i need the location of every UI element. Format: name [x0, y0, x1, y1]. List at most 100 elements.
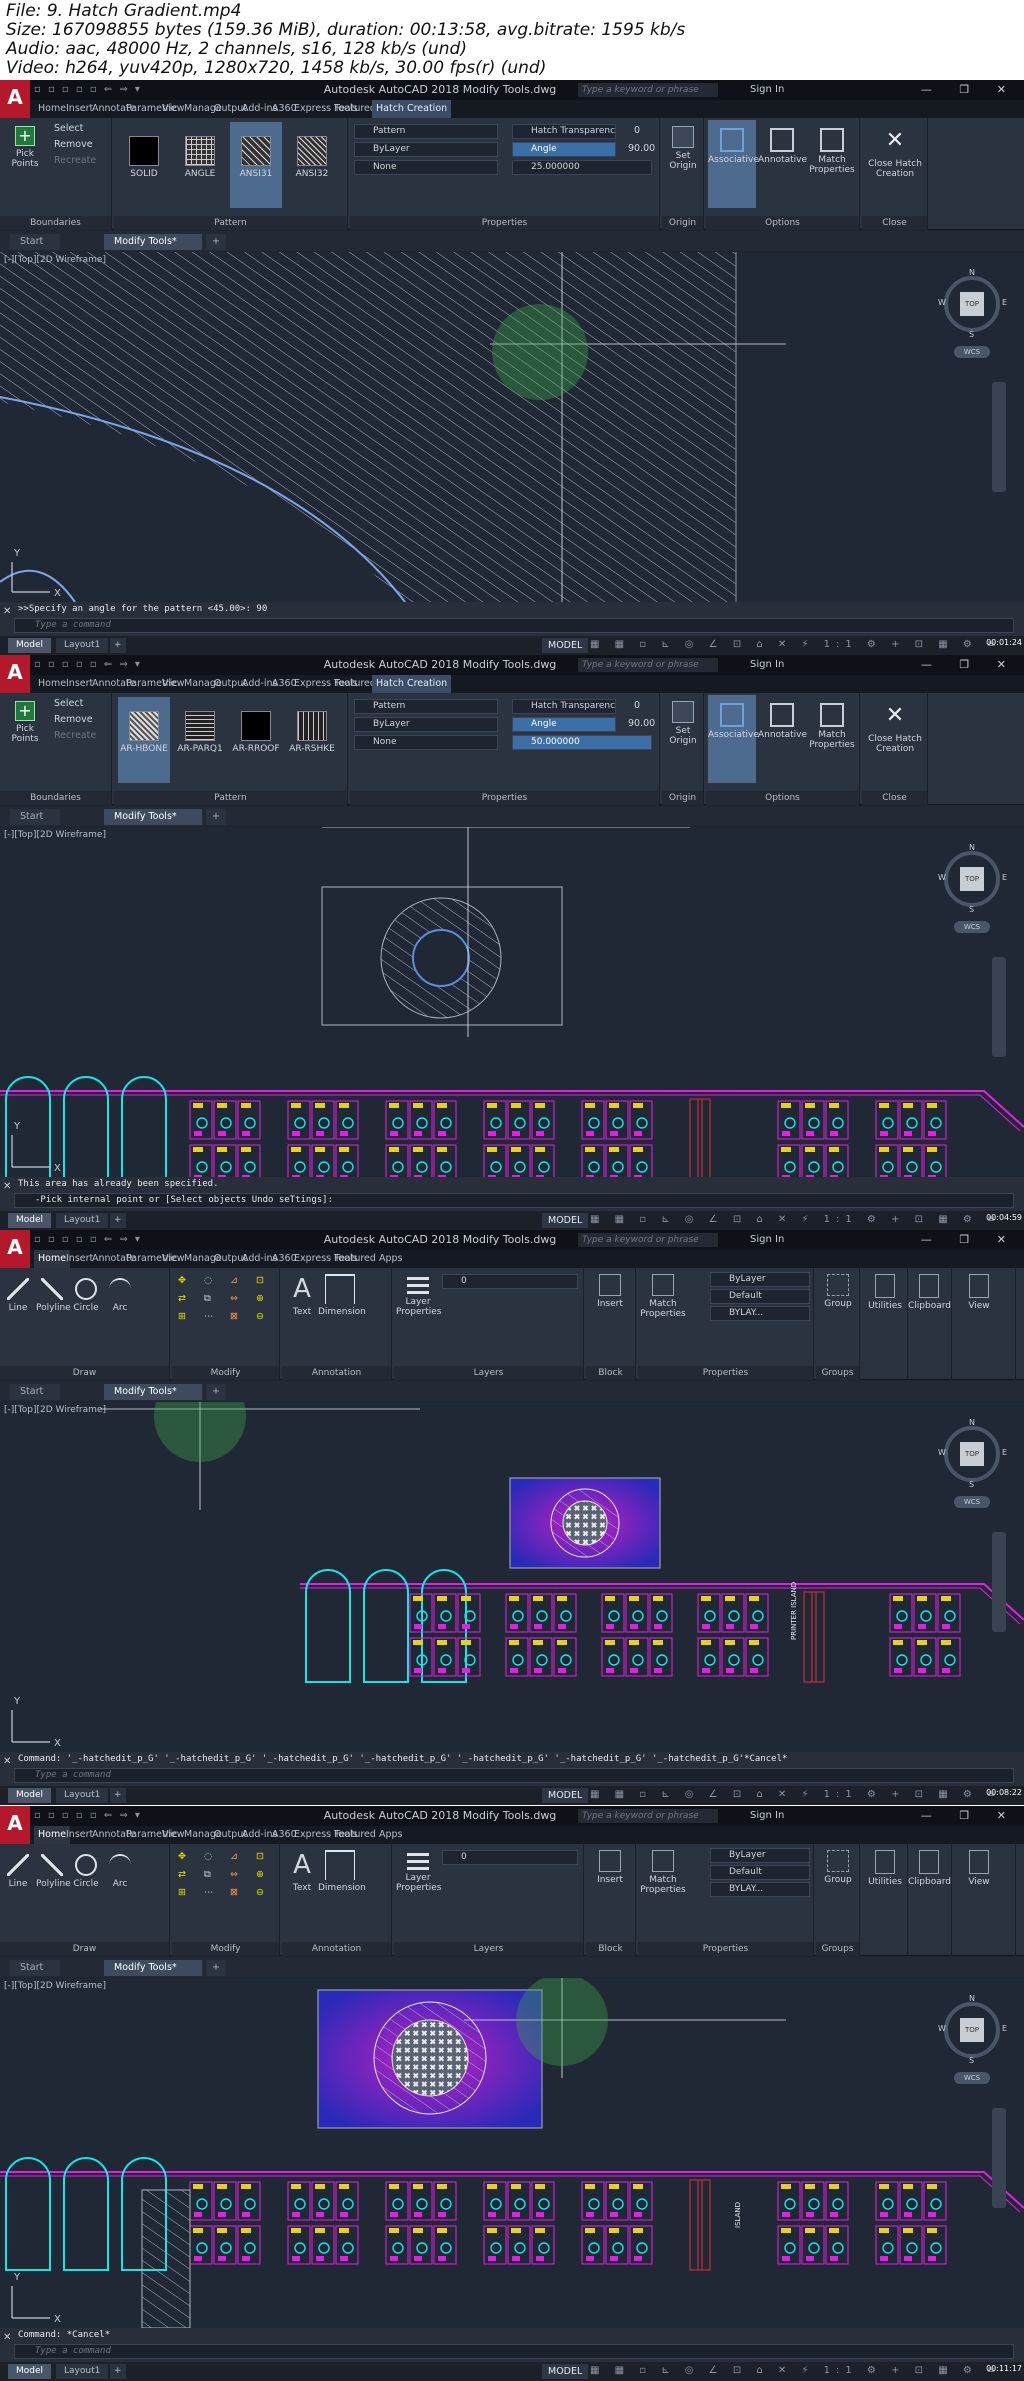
modify-tool-icon[interactable]: ⊡ [256, 1850, 264, 1864]
pattern-swatch-solid[interactable]: SOLID [118, 122, 170, 208]
pattern-swatch-ar-hbone[interactable]: AR-HBONE [118, 697, 170, 783]
new-layout-button[interactable]: + [110, 1788, 126, 1803]
tab-model[interactable]: Model [8, 2364, 52, 2379]
tab-featured-apps[interactable]: Featured Apps [330, 1826, 406, 1844]
modify-tool-icon[interactable]: ⊕ [256, 1292, 264, 1306]
linetype-dropdown[interactable]: Default [710, 1865, 810, 1880]
modify-tool-icon[interactable]: ⊠ [230, 1310, 238, 1324]
drawing-canvas[interactable]: [-][Top][2D Wireframe] ISLAND Y X TOP N S W E WC… [0, 1978, 1024, 2328]
modify-tool-icon[interactable]: ⋯ [204, 1886, 214, 1900]
color-dropdown[interactable]: ByLayer [710, 1848, 810, 1863]
clipboard-button[interactable]: Clipboard [908, 1850, 951, 1887]
close-icon[interactable]: ✕ [3, 1181, 11, 1192]
block-panel-label[interactable]: Block [586, 1366, 635, 1380]
modify-tool-icon[interactable]: ⊞ [178, 1886, 186, 1900]
pattern-swatch-angle[interactable]: ANGLE [174, 122, 226, 208]
pattern-swatch-ansi32[interactable]: ANSI32 [286, 122, 338, 208]
color-dropdown[interactable]: ByLayer [710, 1272, 810, 1287]
navigation-bar[interactable] [992, 2108, 1006, 2208]
tab-start[interactable]: Start [10, 1384, 60, 1400]
layer-dropdown[interactable]: 0 [442, 1274, 578, 1289]
angle-value[interactable]: 90.00 [628, 142, 655, 156]
search-input[interactable]: Type a keyword or phrase [578, 1233, 718, 1247]
view-button[interactable]: View [958, 1850, 1000, 1887]
view-button[interactable]: View [958, 1274, 1000, 1311]
modify-panel-label[interactable]: Modify [172, 1942, 279, 1956]
tab-start[interactable]: Start [10, 234, 60, 250]
pattern-panel-label[interactable]: Pattern [114, 216, 347, 230]
autocad-logo[interactable]: A [0, 1230, 30, 1270]
polyline-button[interactable]: Polyline [36, 1278, 71, 1313]
quick-access-toolbar[interactable]: ▫ ▫ ▫ ▫ ▫ ⇐ ⇒ ▾ [34, 1806, 142, 1826]
draw-panel-label[interactable]: Draw [0, 1366, 169, 1380]
modify-tool-icon[interactable]: ⊕ [256, 1868, 264, 1882]
options-panel-label[interactable]: Options [706, 791, 859, 805]
drawing-svg[interactable]: YX [0, 252, 1024, 602]
associative-button[interactable]: Associative [708, 695, 759, 783]
modify-tool-icon[interactable]: ⇔ [230, 1868, 238, 1882]
modify-tool-icon[interactable]: ◌ [204, 1274, 212, 1288]
text-button[interactable]: A Text [286, 1850, 318, 1893]
groups-panel-label[interactable]: Groups [816, 1942, 859, 1956]
autocad-logo[interactable]: A [0, 1806, 30, 1846]
viewcube[interactable]: TOP N S W E WCS [938, 1418, 1008, 1528]
viewcube[interactable]: TOP N S W E WCS [938, 1994, 1008, 2104]
pattern-swatch-ar-parq1[interactable]: AR-PARQ1 [174, 697, 226, 783]
status-bar-tools[interactable]: ▦ ▦ ▫ ⊾ ◎ ∠ ⊡ ⌂ ✕ ⚡ 1:1 ⚙ + ⊡ ▦ ⚙ ≡ [590, 2365, 1001, 2376]
viewcube-top-face[interactable]: TOP [960, 292, 984, 316]
draw-panel-label[interactable]: Draw [0, 1942, 169, 1956]
set-origin-button[interactable]: Set Origin [664, 701, 702, 746]
options-panel-label[interactable]: Options [706, 216, 859, 230]
tab-layout1[interactable]: Layout1 [56, 1788, 109, 1803]
tab-layout1[interactable]: Layout1 [56, 2364, 109, 2379]
tab-layout1[interactable]: Layout1 [56, 1213, 109, 1228]
navigation-bar[interactable] [992, 382, 1006, 492]
status-bar-tools[interactable]: ▦ ▦ ▫ ⊾ ◎ ∠ ⊡ ⌂ ✕ ⚡ 1:1 ⚙ + ⊡ ▦ ⚙ ≡ [590, 639, 1001, 650]
window-controls[interactable]: — ❐ ✕ [921, 1230, 1018, 1250]
viewcube[interactable]: TOP N S W E WCS [938, 843, 1008, 953]
layers-panel-label[interactable]: Layers [394, 1942, 583, 1956]
drawing-canvas[interactable]: [-][Top][2D Wireframe] PRINTER ISLAND Y X T… [0, 1402, 1024, 1752]
origin-panel-label[interactable]: Origin [662, 791, 703, 805]
remove-boundary-button[interactable]: Remove [54, 138, 93, 152]
new-tab-button[interactable]: + [206, 234, 226, 250]
drawing-svg[interactable]: YX [0, 827, 1024, 1177]
status-bar-tools[interactable]: ▦ ▦ ▫ ⊾ ◎ ∠ ⊡ ⌂ ✕ ⚡ 1:1 ⚙ + ⊡ ▦ ⚙ ≡ [590, 1789, 1001, 1800]
window-controls[interactable]: — ❐ ✕ [921, 80, 1018, 100]
sign-in-button[interactable]: Sign In [750, 80, 784, 100]
modify-tool-icon[interactable]: ⊠ [230, 1886, 238, 1900]
sign-in-button[interactable]: Sign In [750, 655, 784, 675]
circle-button[interactable]: Circle [70, 1854, 102, 1889]
tab-hatch-creation[interactable]: Hatch Creation [372, 100, 452, 118]
modify-tool-icon[interactable]: ⊡ [256, 1274, 264, 1288]
sign-in-button[interactable]: Sign In [750, 1806, 784, 1826]
match-properties-button[interactable]: Match Properties [808, 695, 856, 783]
boundaries-panel-label[interactable]: Boundaries [0, 216, 111, 230]
modify-tool-icon[interactable]: ✥ [178, 1274, 186, 1288]
new-tab-button[interactable]: + [206, 1960, 226, 1976]
search-input[interactable]: Type a keyword or phrase [578, 1809, 718, 1823]
annotation-panel-label[interactable]: Annotation [282, 1942, 391, 1956]
model-space-toggle[interactable]: MODEL [542, 1788, 589, 1803]
line-button[interactable]: Line [2, 1854, 34, 1889]
viewcube[interactable]: TOP N S W E WCS [938, 268, 1008, 378]
status-bar-tools[interactable]: ▦ ▦ ▫ ⊾ ◎ ∠ ⊡ ⌂ ✕ ⚡ 1:1 ⚙ + ⊡ ▦ ⚙ ≡ [590, 1214, 1001, 1225]
modify-tool-icon[interactable]: ⊿ [230, 1850, 238, 1864]
autocad-logo[interactable]: A [0, 655, 30, 695]
properties-panel-label[interactable]: Properties [638, 1942, 813, 1956]
wcs-menu[interactable]: WCS [954, 921, 990, 933]
associative-button[interactable]: Associative [708, 120, 759, 208]
navigation-bar[interactable] [992, 1532, 1006, 1632]
utilities-button[interactable]: Utilities [864, 1274, 906, 1311]
match-properties-button[interactable]: Match Properties [808, 120, 856, 208]
autocad-logo[interactable]: A [0, 80, 30, 120]
tab-modify-tools[interactable]: Modify Tools* [104, 1960, 202, 1976]
quick-access-toolbar[interactable]: ▫ ▫ ▫ ▫ ▫ ⇐ ⇒ ▾ [34, 1230, 142, 1250]
match-properties-button[interactable]: Match Properties [640, 1274, 686, 1319]
hatch-angle-field[interactable]: Angle [512, 717, 616, 732]
viewcube-top-face[interactable]: TOP [960, 867, 984, 891]
select-boundary-button[interactable]: Select [54, 697, 83, 711]
wcs-menu[interactable]: WCS [954, 346, 990, 358]
drawing-canvas[interactable]: [-][Top][2D Wireframe] YXTOPNSWEWCS [0, 827, 1024, 1177]
recreate-boundary-button[interactable]: Recreate [54, 154, 96, 168]
